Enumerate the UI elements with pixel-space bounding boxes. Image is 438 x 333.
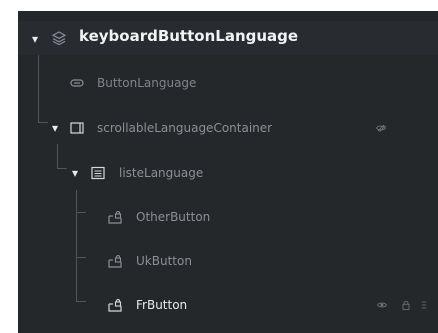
chevron-down-icon[interactable]: ▾	[72, 167, 82, 179]
eye-icon[interactable]	[376, 299, 388, 311]
eye-off-icon[interactable]	[375, 122, 387, 134]
chevron-down-icon[interactable]: ▾	[32, 33, 42, 45]
tree-item-label: scrollableLanguageContainer	[97, 121, 273, 135]
layers-icon	[51, 30, 67, 46]
lock-button-icon	[107, 209, 123, 225]
tree-item-buttonlanguage[interactable]: ButtonLanguage	[18, 67, 438, 99]
tree-item-label: UkButton	[136, 254, 192, 268]
tree-root-row[interactable]: ▾ keyboardButtonLanguage	[18, 21, 438, 55]
lock-button-icon	[107, 297, 123, 313]
drag-handle-icon[interactable]	[420, 299, 428, 311]
tree-root-label: keyboardButtonLanguage	[79, 27, 299, 45]
hierarchy-panel: ▾ keyboardButtonLanguage ButtonLanguage …	[18, 11, 438, 333]
tree-item-label: FrButton	[136, 298, 188, 312]
tree-item-scrollablelanguagecontainer[interactable]: ▾ scrollableLanguageContainer	[18, 112, 438, 144]
tree-item-ukbutton[interactable]: UkButton	[18, 245, 438, 277]
lock-button-icon	[107, 253, 123, 269]
tree-item-label: OtherButton	[136, 210, 211, 224]
tree-item-label: listeLanguage	[119, 166, 204, 180]
tree-item-label: ButtonLanguage	[97, 76, 197, 90]
button-icon	[69, 75, 85, 91]
lock-icon[interactable]	[400, 299, 412, 311]
container-icon	[69, 120, 85, 136]
tree-item-otherbutton[interactable]: OtherButton	[18, 201, 438, 233]
tree-item-listelanguage[interactable]: ▾ listeLanguage	[18, 157, 438, 189]
list-icon	[90, 165, 106, 181]
tree-item-frbutton[interactable]: FrButton	[18, 289, 438, 321]
chevron-down-icon[interactable]: ▾	[52, 122, 62, 134]
